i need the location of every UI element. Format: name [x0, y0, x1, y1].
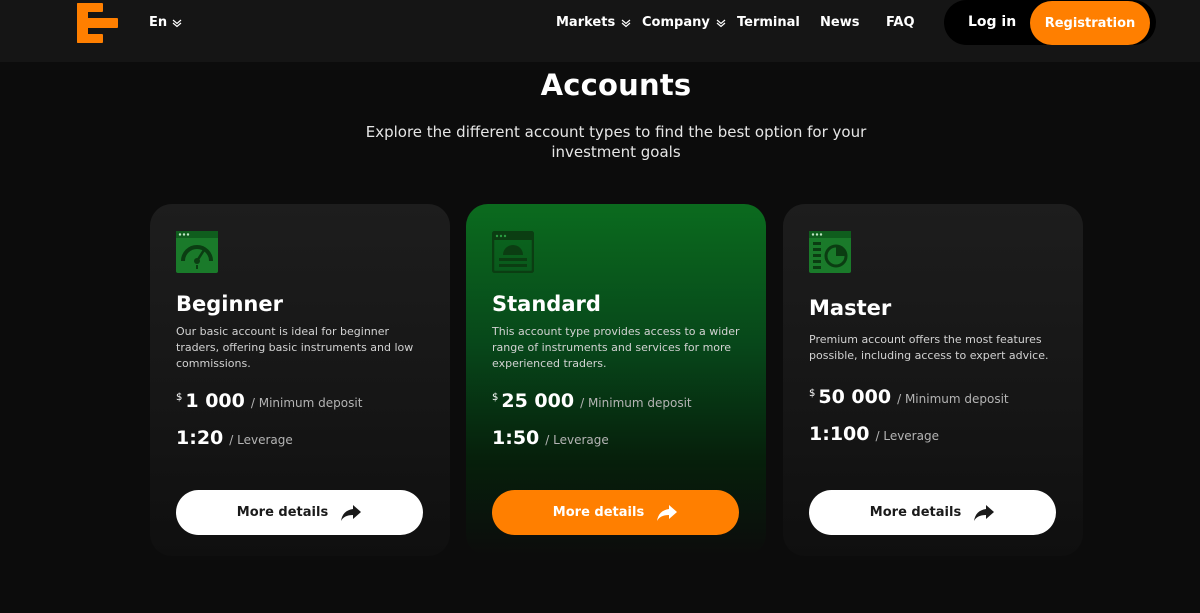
- leverage-label: / Leverage: [229, 433, 293, 447]
- leverage-value: 1:100: [809, 423, 870, 445]
- leverage-label: / Leverage: [875, 429, 939, 443]
- top-navigation-bar: En Markets Company Terminal News FAQ Log: [0, 0, 1200, 62]
- nav-markets[interactable]: Markets: [556, 15, 631, 30]
- leverage: 1:20 / Leverage: [176, 427, 293, 449]
- deposit-label: / Minimum deposit: [897, 392, 1009, 406]
- leverage-label: / Leverage: [545, 433, 609, 447]
- registration-button[interactable]: Registration: [1030, 1, 1150, 45]
- more-details-button[interactable]: More details: [492, 490, 739, 535]
- nav-markets-label: Markets: [556, 15, 616, 30]
- gauge-window-icon: [492, 231, 534, 273]
- leverage: 1:100 / Leverage: [809, 423, 939, 445]
- more-details-label: More details: [552, 505, 645, 520]
- nav-faq-label: FAQ: [886, 15, 915, 30]
- login-button[interactable]: Log in: [968, 14, 1016, 30]
- more-details-button[interactable]: More details: [176, 490, 423, 535]
- account-card-standard: Standard This account type provides acce…: [466, 204, 766, 556]
- nav-terminal-label: Terminal: [737, 15, 800, 30]
- more-details-label: More details: [236, 505, 329, 520]
- card-description: Premium account offers the most features…: [809, 333, 1049, 362]
- card-description: This account type provides access to a w…: [492, 325, 740, 370]
- more-details-label: More details: [869, 505, 962, 520]
- nav-news-label: News: [820, 15, 860, 30]
- deposit-value: 1 000: [185, 390, 245, 412]
- share-arrow-icon: [974, 504, 995, 521]
- chevron-down-icon: [716, 19, 726, 27]
- deposit-label: / Minimum deposit: [250, 396, 363, 410]
- nav-news[interactable]: News: [820, 15, 859, 30]
- leverage-value: 1:20: [176, 427, 224, 449]
- page-subtitle: Explore the different account types to f…: [365, 123, 867, 161]
- minimum-deposit: $ 50 000 / Minimum deposit: [809, 386, 1009, 408]
- account-card-master: Master Premium account offers the most f…: [783, 204, 1083, 556]
- account-card-beginner: Beginner Our basic account is ideal for …: [150, 204, 450, 556]
- deposit-label: / Minimum deposit: [580, 396, 692, 410]
- deposit-value: 50 000: [818, 386, 892, 408]
- chevron-down-icon: [621, 19, 631, 27]
- currency-symbol: $: [492, 392, 499, 403]
- card-title: Standard: [492, 292, 601, 316]
- card-title: Beginner: [176, 292, 283, 316]
- currency-symbol: $: [176, 392, 183, 403]
- share-arrow-icon: [341, 504, 362, 521]
- card-description: Our basic account is ideal for beginner …: [176, 325, 414, 370]
- more-details-button[interactable]: More details: [809, 490, 1056, 535]
- speedometer-icon: [176, 231, 218, 273]
- leverage: 1:50 / Leverage: [492, 427, 609, 449]
- nav-terminal[interactable]: Terminal: [737, 15, 800, 30]
- currency-symbol: $: [809, 388, 816, 399]
- minimum-deposit: $ 25 000 / Minimum deposit: [492, 390, 692, 412]
- card-title: Master: [809, 296, 892, 320]
- nav-company-label: Company: [642, 15, 710, 30]
- leverage-value: 1:50: [492, 427, 540, 449]
- share-arrow-icon: [657, 504, 678, 521]
- dashboard-chart-icon: [809, 231, 851, 273]
- deposit-value: 25 000: [501, 390, 575, 412]
- nav-faq[interactable]: FAQ: [886, 15, 915, 30]
- page-title: Accounts: [540, 68, 692, 102]
- minimum-deposit: $ 1 000 / Minimum deposit: [176, 390, 362, 412]
- nav-company[interactable]: Company: [642, 15, 726, 30]
